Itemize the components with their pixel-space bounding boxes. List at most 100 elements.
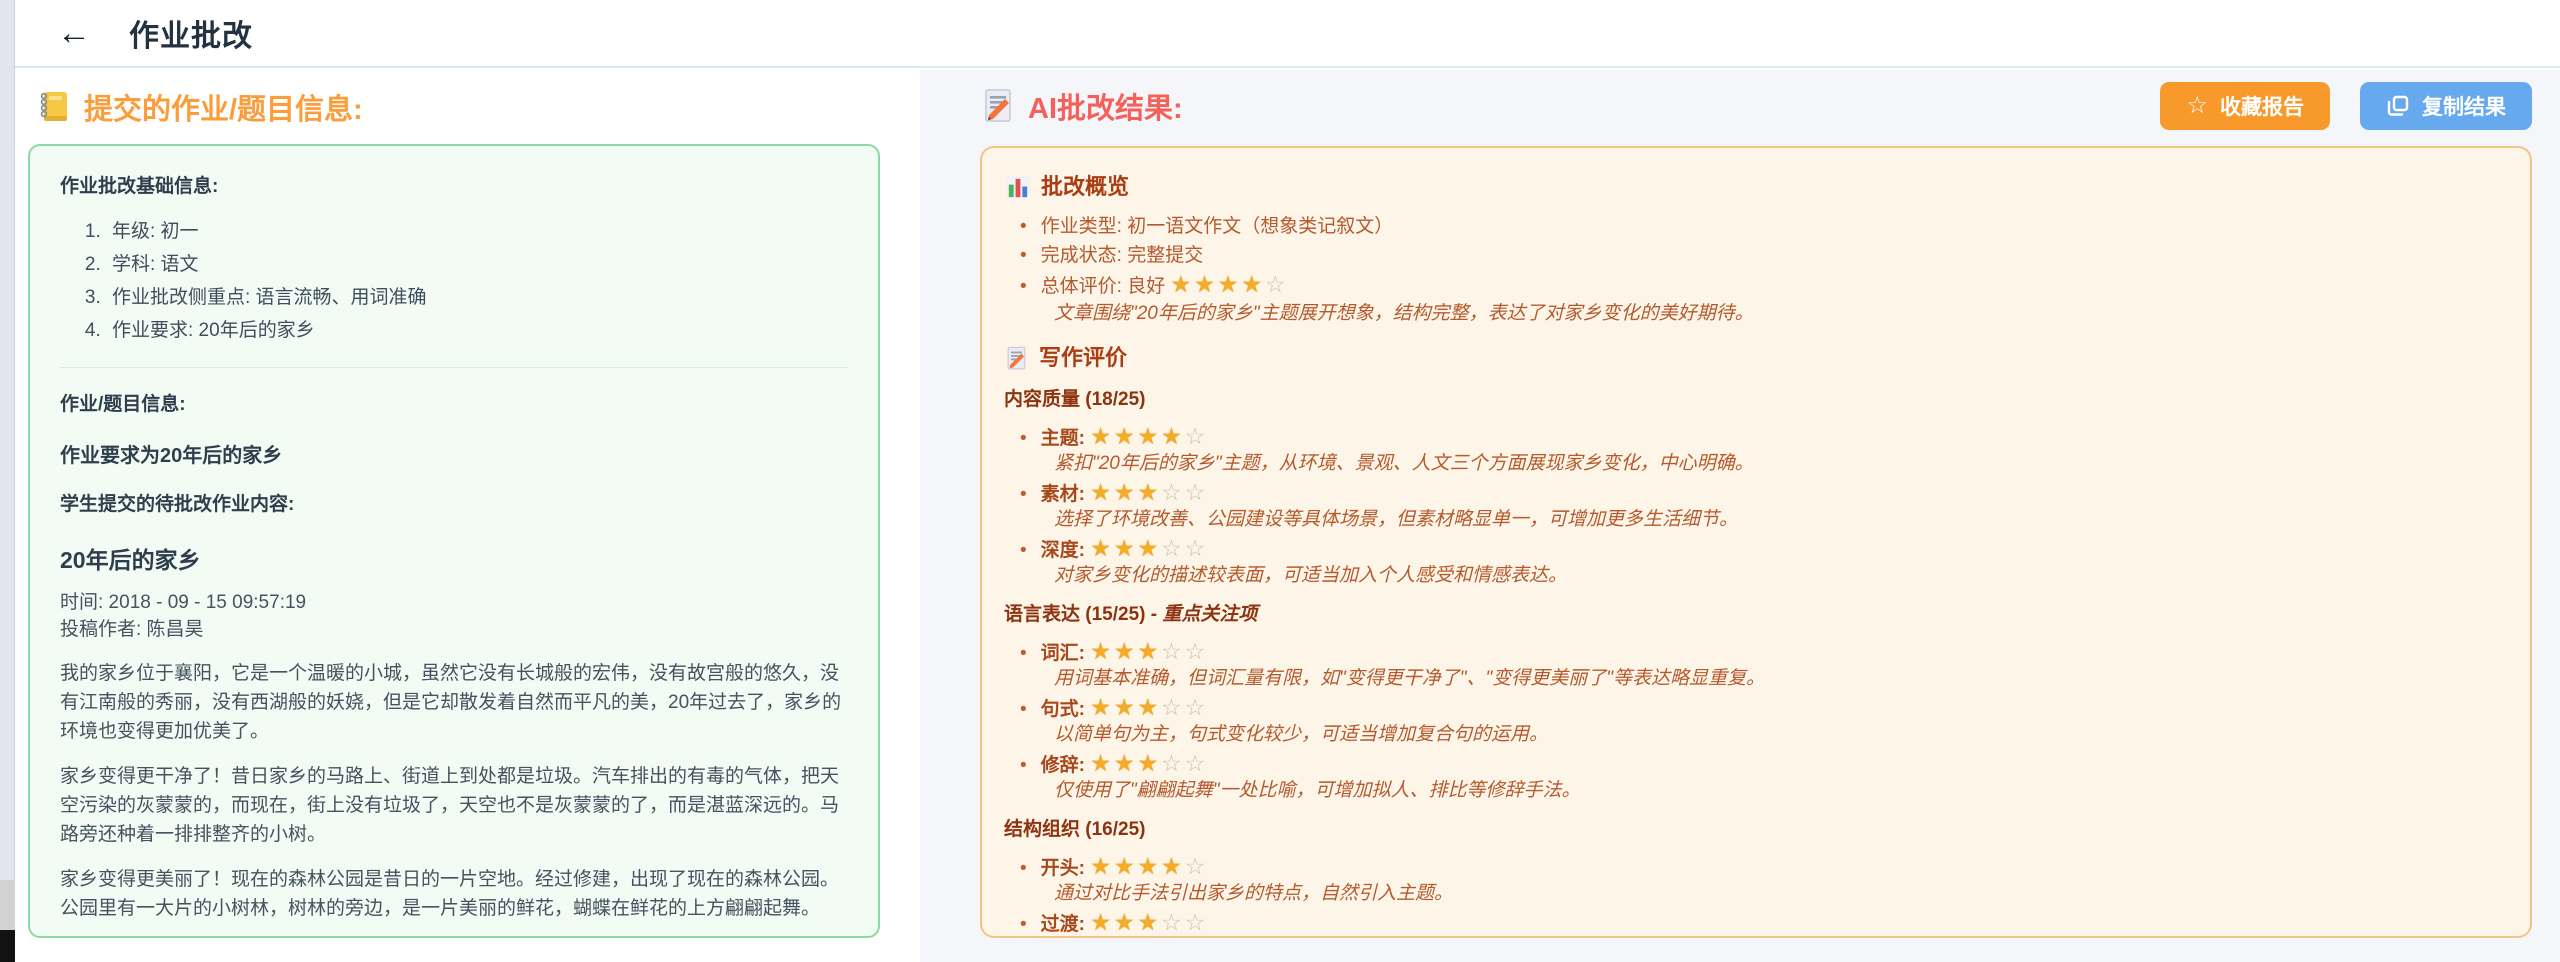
favorite-report-button[interactable]: ☆ 收藏报告 — [2160, 82, 2330, 130]
rating-item-label: 过渡: — [1041, 914, 1091, 935]
submission-panel-title: 提交的作业/题目信息: — [36, 86, 920, 128]
empty-stars: ☆☆ — [1161, 479, 1208, 505]
rating-group-title-suffix: - 重点关注项 — [1145, 604, 1257, 625]
bullet-dot: • — [1020, 914, 1027, 935]
copy-result-button[interactable]: 复制结果 — [2360, 82, 2532, 130]
bullet-dot: • — [1020, 428, 1027, 449]
overview-list: •作业类型: 初一语文作文（想象类记叙文）•完成状态: 完整提交•总体评价: 良… — [1004, 212, 2490, 327]
rating-item-label: 素材: — [1041, 484, 1091, 505]
main-content: 提交的作业/题目信息: 作业批改基础信息: 年级: 初一学科: 语文作业批改侧重… — [15, 70, 2560, 962]
bullet-dot: • — [1020, 540, 1027, 561]
rating-item-label: 修辞: — [1041, 755, 1091, 776]
result-header-row: AI批改结果: ☆ 收藏报告 复制结果 — [980, 82, 2532, 130]
empty-stars: ☆ — [1185, 853, 1209, 879]
scrollbar-thumb[interactable] — [0, 880, 15, 930]
filled-stars: ★★★ — [1090, 694, 1161, 720]
star-rating: ★★★☆☆ — [1090, 699, 1208, 720]
rating-item-desc: 用词基本准确，但词汇量有限，如"变得更干净了"、"变得更美丽了"等表达略显重复。 — [1054, 667, 2490, 691]
memo-small-icon — [1004, 346, 1029, 371]
result-card: 批改概览 • 作业类型: 初一语文作文（想象类记叙文） • 完成状态: 完整提交 • 总体… — [980, 146, 2532, 938]
essay-title: 20年后的家乡 — [60, 541, 848, 575]
rating-item-row: •开头: ★★★★☆ — [1004, 853, 2490, 882]
rating-group-title-text: 语言表达 (15/25) — [1004, 604, 1145, 625]
empty-stars: ☆☆ — [1161, 909, 1208, 935]
rating-group-title: 结构组织 (16/25) — [1004, 817, 2490, 843]
rating-group-title: 语言表达 (15/25) - 重点关注项 — [1004, 602, 2490, 628]
star-rating: ★★★☆☆ — [1090, 914, 1208, 935]
overview-item-text: 作业类型: 初一语文作文（想象类记叙文） — [1041, 216, 1394, 237]
rating-item-desc: 以简单句为主，句式变化较少，可适当增加复合句的运用。 — [1054, 723, 2490, 747]
overview-item: • 总体评价: 良好 ★★★★☆ — [1004, 270, 2490, 301]
scrollbar-end — [0, 930, 15, 962]
basic-info-heading: 作业批改基础信息: — [60, 172, 848, 201]
bar-chart-icon — [1004, 174, 1031, 201]
left-edge-scrollbar[interactable] — [0, 0, 15, 962]
filled-stars: ★★★★ — [1090, 423, 1184, 449]
star-rating: ★★★☆☆ — [1090, 755, 1208, 776]
assignment-requirement: 作业要求为20年后的家乡 — [60, 439, 848, 468]
bullet-dot: • — [1020, 699, 1027, 720]
essay-paragraph: 家乡变得更干净了！昔日家乡的马路上、街道上到处都是垃圾。汽车排出的有毒的气体，把… — [60, 762, 848, 849]
overview-heading-text: 批改概览 — [1041, 172, 1129, 202]
rating-item-desc: 选择了环境改善、公园建设等具体场景，但素材略显单一，可增加更多生活细节。 — [1054, 508, 2490, 532]
writing-eval-heading: 写作评价 — [1004, 343, 2490, 373]
rating-item-desc: 仅使用了"翩翩起舞"一处比喻，可增加拟人、排比等修辞手法。 — [1054, 779, 2490, 803]
memo-icon — [980, 88, 1016, 124]
rating-item-label: 句式: — [1041, 699, 1091, 720]
filled-stars: ★★★ — [1090, 479, 1161, 505]
rating-item: •主题: ★★★★☆紧扣"20年后的家乡"主题，从环境、景观、人文三个方面展现家… — [1004, 423, 2490, 476]
rating-item: •开头: ★★★★☆通过对比手法引出家乡的特点，自然引入主题。 — [1004, 853, 2490, 906]
writing-eval-heading-text: 写作评价 — [1039, 343, 1127, 373]
star-rating: ★★★★☆ — [1090, 858, 1208, 879]
rating-item: •深度: ★★★☆☆对家乡变化的描述较表面，可适当加入个人感受和情感表达。 — [1004, 535, 2490, 588]
empty-stars: ☆☆ — [1161, 694, 1208, 720]
bullet-dot: • — [1020, 755, 1027, 776]
rating-item-desc: 紧扣"20年后的家乡"主题，从环境、景观、人文三个方面展现家乡变化，中心明确。 — [1054, 452, 2490, 476]
rating-item: •素材: ★★★☆☆选择了环境改善、公园建设等具体场景，但素材略显单一，可增加更… — [1004, 479, 2490, 532]
submission-card: 作业批改基础信息: 年级: 初一学科: 语文作业批改侧重点: 语言流畅、用词准确… — [28, 144, 880, 938]
empty-stars: ☆☆ — [1161, 535, 1208, 561]
page-title: 作业批改 — [129, 11, 253, 55]
notebook-icon — [36, 89, 72, 125]
filled-stars: ★★★ — [1090, 909, 1161, 935]
overview-item-text: 完成状态: 完整提交 — [1041, 245, 1204, 266]
overview-item: • 作业类型: 初一语文作文（想象类记叙文） — [1004, 212, 2490, 241]
rating-item-label: 开头: — [1041, 858, 1091, 879]
bullet-dot: • — [1020, 643, 1027, 664]
star-rating: ★★★☆☆ — [1090, 484, 1208, 505]
overview-section-heading: 批改概览 — [1004, 172, 2490, 202]
rating-item-desc: 通过对比手法引出家乡的特点，自然引入主题。 — [1054, 882, 2490, 906]
rating-group-title-text: 结构组织 (16/25) — [1004, 819, 1145, 840]
rating-item-row: • 修辞: ★★★☆☆ — [1004, 750, 2490, 779]
filled-stars: ★★★ — [1090, 535, 1161, 561]
filled-stars: ★★★ — [1090, 638, 1161, 664]
rating-item-row: •深度: ★★★☆☆ — [1004, 535, 2490, 564]
rating-item-row: •词汇: ★★★☆☆ — [1004, 638, 2490, 667]
basic-info-item: 年级: 初一 — [106, 215, 848, 248]
star-rating: ★★★☆☆ — [1090, 643, 1208, 664]
rating-item-row: • 过渡: ★★★☆☆ — [1004, 909, 2490, 938]
writing-eval-groups: 内容质量 (18/25) •主题: ★★★★☆紧扣"20年后的家乡"主题，从环境、… — [1004, 387, 2490, 938]
empty-stars: ☆☆ — [1161, 750, 1208, 776]
empty-stars: ☆☆ — [1161, 638, 1208, 664]
essay-body: 我的家乡位于襄阳，它是一个温暖的小城，虽然它没有长城般的宏伟，没有故宫般的悠久，… — [60, 659, 848, 938]
essay-paragraph: 家乡变得更美丽了！现在的森林公园是昔日的一片空地。经过修建，出现了现在的森林公园… — [60, 865, 848, 923]
bullet-dot: • — [1020, 276, 1027, 297]
rating-group-title-text: 内容质量 (18/25) — [1004, 389, 1145, 410]
result-panel-title: AI批改结果: — [980, 85, 1183, 127]
assignment-heading: 作业/题目信息: — [60, 390, 848, 419]
back-button[interactable]: ← — [57, 16, 91, 50]
star-outline-icon: ☆ — [2186, 94, 2208, 118]
favorite-report-label: 收藏报告 — [2220, 91, 2304, 121]
basic-info-item: 学科: 语文 — [106, 248, 848, 281]
bullet-dot: • — [1020, 216, 1027, 237]
star-rating: ★★★★☆ — [1171, 276, 1289, 297]
basic-info-list: 年级: 初一学科: 语文作业批改侧重点: 语言流畅、用词准确作业要求: 20年后… — [60, 215, 848, 347]
overview-item-text: 总体评价: 良好 — [1041, 276, 1171, 297]
filled-stars: ★★★★ — [1171, 271, 1265, 297]
rating-group-title: 内容质量 (18/25) — [1004, 387, 2490, 413]
result-panel: AI批改结果: ☆ 收藏报告 复制结果 — [920, 70, 2560, 962]
filled-stars: ★★★ — [1090, 750, 1161, 776]
basic-info-item: 作业要求: 20年后的家乡 — [106, 314, 848, 347]
star-rating: ★★★☆☆ — [1090, 540, 1208, 561]
